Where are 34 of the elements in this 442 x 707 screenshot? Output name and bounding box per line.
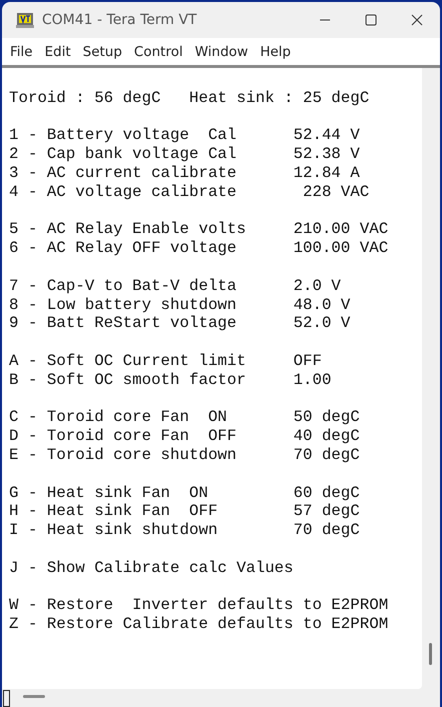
- terminal-line: D - Toroid core Fan OFF 40 degC: [9, 427, 361, 446]
- menu-item[interactable]: Control: [128, 40, 189, 64]
- close-icon: [411, 14, 423, 26]
- text-cursor: [3, 690, 10, 707]
- terminal-line: 9 - Batt ReStart voltage 52.0 V: [9, 314, 352, 334]
- menu-item[interactable]: Edit: [38, 40, 77, 64]
- terminal-line: Z - Restore Calibrate defaults to E2PROM: [9, 615, 390, 634]
- terminal-line: C - Toroid core Fan ON 50 degC: [9, 408, 361, 428]
- menu-item[interactable]: Help: [254, 40, 297, 64]
- terminal-line: 2 - Cap bank voltage Cal 52.38 V: [9, 145, 361, 164]
- terminal-app-icon: [16, 12, 34, 28]
- terminal-line: Toroid : 56 degC Heat sink : 25 degC: [9, 88, 370, 108]
- terminal-line: J - Show Calibrate calc Values: [9, 558, 294, 578]
- terminal-line: A - Soft OC Current limit OFF: [9, 352, 323, 371]
- scrollbar-thumb[interactable]: [429, 643, 432, 665]
- scrollbar-thumb[interactable]: [23, 695, 45, 698]
- terminal-line: 5 - AC Relay Enable volts 210.00 VAC: [9, 220, 390, 240]
- menu-item[interactable]: Window: [188, 40, 254, 64]
- terminal-line: B - Soft OC smooth factor 1.00: [9, 370, 332, 390]
- menu-item[interactable]: Setup: [76, 40, 128, 64]
- terminal-line: E - Toroid core shutdown 70 degC: [9, 446, 361, 465]
- terminal-line: 8 - Low battery shutdown 48.0 V: [9, 296, 352, 314]
- terminal-line: 3 - AC current calibrate 12.84 A: [9, 164, 361, 183]
- terminal-line: G - Heat sink Fan ON 60 degC: [9, 484, 361, 502]
- terminal-line: 1 - Battery voltage Cal 52.44 V: [9, 126, 361, 146]
- window-title: COM41 - Tera Term VT: [42, 12, 197, 28]
- maximize-icon: [365, 14, 377, 26]
- menu-item[interactable]: File: [4, 40, 39, 64]
- terminal-line: H - Heat sink Fan OFF 57 degC: [9, 502, 361, 522]
- terminal-line: I - Heat sink shutdown 70 degC: [9, 521, 361, 540]
- terminal-line: W - Restore Inverter defaults to E2PROM: [9, 596, 390, 616]
- terminal-line: 4 - AC voltage calibrate 228 VAC: [9, 182, 370, 202]
- terminal-line: 7 - Cap-V to Bat-V delta 2.0 V: [9, 276, 342, 296]
- terminal-line: 6 - AC Relay OFF voltage 100.00 VAC: [9, 239, 390, 258]
